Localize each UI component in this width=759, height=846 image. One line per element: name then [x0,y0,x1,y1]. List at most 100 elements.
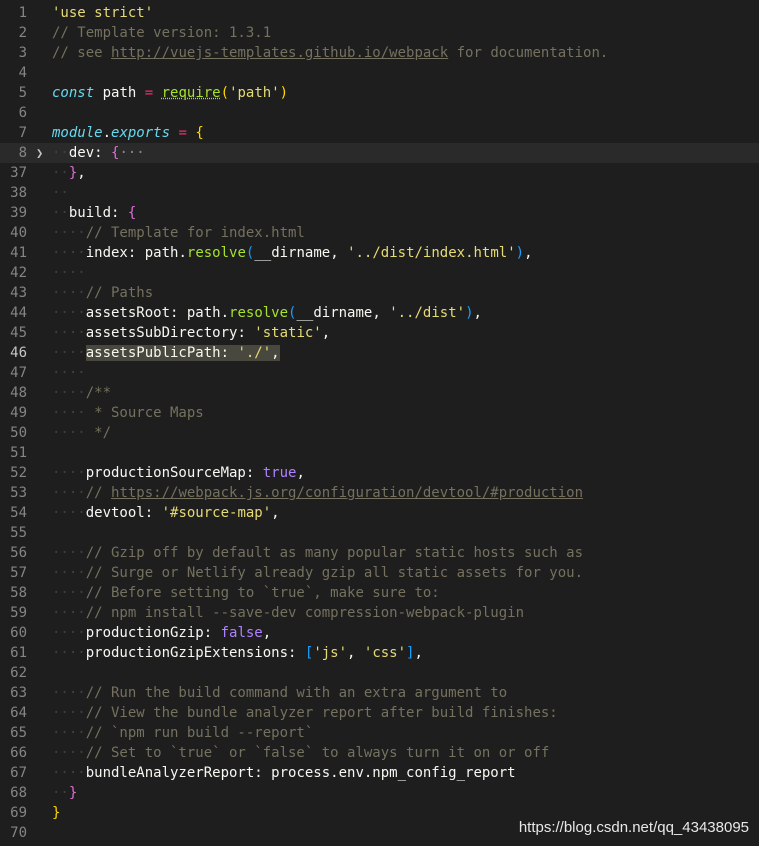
indent-guide: ·· [52,145,69,161]
fold-chevron-icon[interactable]: ❯ [36,143,43,163]
line-code[interactable]: ····/** [52,383,111,403]
line-code[interactable]: ····// Paths [52,283,153,303]
line-code[interactable]: ····bundleAnalyzerReport: process.env.np… [52,763,516,783]
code-line[interactable]: 6 [0,103,759,123]
line-code[interactable]: ····// Set to `true` or `false` to alway… [52,743,549,763]
code-line[interactable]: 4 [0,63,759,83]
line-code[interactable]: ···· [52,263,86,283]
line-number: 45 [10,325,27,341]
line-code[interactable]: ····assetsRoot: path.resolve(__dirname, … [52,303,482,323]
code-line[interactable]: 3 // see http://vuejs-templates.github.io… [0,43,759,63]
line-code[interactable]: ··}, [52,163,86,183]
code-token: ) [279,85,289,101]
line-code[interactable]: ····// Run the build command with an ext… [52,683,507,703]
code-line[interactable]: 1 'use strict' [0,3,759,23]
code-token: , [473,305,482,321]
code-line[interactable]: 52 ····productionSourceMap: true, [0,463,759,483]
line-code[interactable]: 'use strict' [52,3,153,23]
code-line[interactable]: 46 ····assetsPublicPath: './', [0,343,759,363]
line-code[interactable]: } [52,803,60,823]
line-code[interactable]: // Template version: 1.3.1 [52,23,271,43]
code-line[interactable]: 63 ····// Run the build command with an e… [0,683,759,703]
line-code[interactable]: ····productionGzip: false, [52,623,271,643]
line-code[interactable]: ····// https://webpack.js.org/configurat… [52,483,583,503]
code-line[interactable]: 2 // Template version: 1.3.1 [0,23,759,43]
code-line[interactable]: 64 ····// View the bundle analyzer report… [0,703,759,723]
line-number: 8 [18,145,27,161]
line-code[interactable]: ··} [52,783,77,803]
code-line[interactable]: 53 ····// https://webpack.js.org/configur… [0,483,759,503]
line-code[interactable]: ····assetsSubDirectory: 'static', [52,323,330,343]
code-line[interactable]: 49 ···· * Source Maps [0,403,759,423]
code-line[interactable]: 50 ···· */ [0,423,759,443]
code-token: productionGzipExtensions [85,645,289,661]
code-line[interactable]: 38 ·· [0,183,759,203]
line-code[interactable]: ···· [52,363,86,383]
line-number: 37 [10,165,27,181]
line-code[interactable]: ····index: path.resolve(__dirname, '../d… [52,243,533,263]
code-line[interactable]: 44 ····assetsRoot: path.resolve(__dirname… [0,303,759,323]
code-line[interactable]: 37 ··}, [0,163,759,183]
line-code[interactable]: ·· [52,183,69,203]
code-line[interactable]: 54 ····devtool: '#source-map', [0,503,759,523]
code-token: // Paths [85,285,154,301]
line-number: 57 [10,565,27,581]
code-line[interactable]: 48 ····/** [0,383,759,403]
code-line[interactable]: 58 ····// Before setting to `true`, make … [0,583,759,603]
line-code[interactable]: ····// npm install --save-dev compressio… [52,603,524,623]
code-line[interactable]: 61 ····productionGzipExtensions: ['js', '… [0,643,759,663]
code-line[interactable]: 60 ····productionGzip: false, [0,623,759,643]
line-code[interactable]: ····// View the bundle analyzer report a… [52,703,558,723]
code-line[interactable]: 42 ···· [0,263,759,283]
code-line[interactable]: 66 ····// Set to `true` or `false` to alw… [0,743,759,763]
code-editor[interactable]: 1 'use strict' 2 // Template version: 1.3.1… [0,3,759,843]
line-number: 3 [18,45,27,61]
code-line[interactable]: 39 ··build: { [0,203,759,223]
line-code[interactable]: ····// Surge or Netlify already gzip all… [52,563,583,583]
line-code[interactable]: ···· */ [52,423,111,443]
code-line[interactable]: 7 module.exports = { [0,123,759,143]
code-line[interactable]: 43 ····// Paths [0,283,759,303]
line-code[interactable]: module.exports = { [52,123,204,143]
code-token: '../dist/index.html' [347,245,516,261]
line-number: 63 [10,685,27,701]
code-line[interactable]: 55 [0,523,759,543]
line-code[interactable]: ····// Before setting to `true`, make su… [52,583,440,603]
line-code[interactable]: ····// Template for index.html [52,223,305,243]
code-line[interactable]: 62 [0,663,759,683]
code-line[interactable]: 51 [0,443,759,463]
line-number: 68 [10,785,27,801]
line-code[interactable]: ····// Gzip off by default as many popul… [52,543,583,563]
code-line[interactable]: 45 ····assetsSubDirectory: 'static', [0,323,759,343]
indent-guide: ···· [52,365,86,381]
code-token: // Set to `true` or `false` to always tu… [85,745,550,761]
code-token: , [524,245,533,261]
code-line[interactable]: 5 const path = require('path') [0,83,759,103]
code-line[interactable]: 41 ····index: path.resolve(__dirname, '..… [0,243,759,263]
code-token: http://vuejs-templates.github.io/webpack [111,45,449,61]
code-line[interactable]: 67 ····bundleAnalyzerReport: process.env.… [0,763,759,783]
code-token: ) [465,305,474,321]
line-code[interactable]: ····assetsPublicPath: './', [52,343,280,363]
code-line[interactable]: 56 ····// Gzip off by default as many pop… [0,543,759,563]
code-line[interactable]: 57 ····// Surge or Netlify already gzip a… [0,563,759,583]
code-line[interactable]: 65 ····// `npm run build --report` [0,723,759,743]
line-code[interactable]: ··build: { [52,203,136,223]
code-line[interactable]: 47 ···· [0,363,759,383]
line-code[interactable]: ···· * Source Maps [52,403,204,423]
code-line[interactable]: 68 ··} [0,783,759,803]
code-token: // Before setting to `true`, make sure t… [85,585,440,601]
line-code[interactable]: ····productionGzipExtensions: ['js', 'cs… [52,643,423,663]
line-number: 41 [10,245,27,261]
code-line[interactable]: 8 ❯ ··dev: {··· [0,143,759,163]
line-code[interactable]: ··dev: {··· [52,143,145,163]
line-code[interactable]: // see http://vuejs-templates.github.io/… [52,43,608,63]
code-token: 'use strict' [52,5,154,21]
line-code[interactable]: ····devtool: '#source-map', [52,503,280,523]
code-line[interactable]: 40 ····// Template for index.html [0,223,759,243]
line-code[interactable]: const path = require('path') [52,83,288,103]
code-line[interactable]: 59 ····// npm install --save-dev compress… [0,603,759,623]
line-code[interactable]: ····// `npm run build --report` [52,723,313,743]
line-code[interactable]: ····productionSourceMap: true, [52,463,305,483]
line-number: 61 [10,645,27,661]
